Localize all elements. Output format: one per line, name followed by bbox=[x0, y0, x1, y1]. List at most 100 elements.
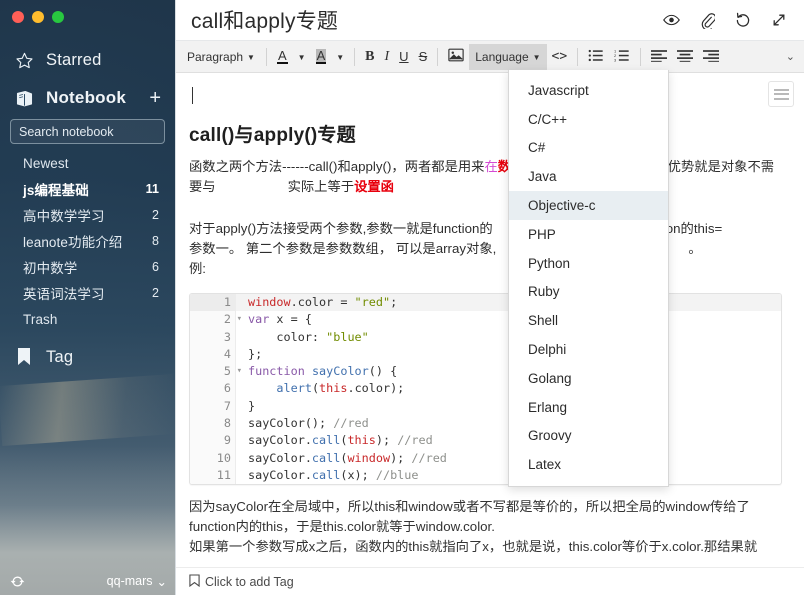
doc-para1-segment-a: 函数之两个方法------call()和apply()，两者都是用来 bbox=[189, 159, 484, 174]
doc-para2-right-line2: 。 bbox=[688, 241, 701, 256]
zoom-button[interactable] bbox=[52, 11, 64, 23]
notebook-item-label: 初中数学 bbox=[23, 257, 77, 277]
bold-label: B bbox=[365, 49, 374, 65]
notebook-icon bbox=[14, 90, 34, 107]
language-option-label: Javascript bbox=[528, 83, 589, 98]
window-controls bbox=[0, 0, 175, 23]
sidebar-item-starred[interactable]: Starred bbox=[0, 41, 175, 79]
align-right-button[interactable] bbox=[698, 44, 724, 70]
font-color-dropdown[interactable]: ▼ bbox=[293, 44, 311, 70]
sync-icon[interactable] bbox=[10, 573, 26, 589]
tag-bar[interactable]: Click to add Tag bbox=[175, 567, 804, 595]
language-option-groovy[interactable]: Groovy bbox=[509, 422, 668, 451]
notebook-item-js[interactable]: js编程基础 11 bbox=[0, 176, 175, 202]
editor-area[interactable]: call()与apply()专题 函数之两个方法------call()和app… bbox=[175, 73, 804, 567]
italic-button[interactable]: I bbox=[380, 44, 395, 70]
language-option-javascript[interactable]: Javascript bbox=[509, 76, 668, 105]
notebook-item-english[interactable]: 英语词法学习 2 bbox=[0, 280, 175, 306]
notebook-item-label: leanote功能介绍 bbox=[23, 231, 122, 251]
highlight-color-dropdown[interactable]: ▼ bbox=[331, 44, 349, 70]
notebook-list: Newest js编程基础 11 高中数学学习 2 leanote功能介绍 8 … bbox=[0, 150, 175, 332]
notebook-item-trash[interactable]: Trash bbox=[0, 306, 175, 332]
language-option-python[interactable]: Python bbox=[509, 249, 668, 278]
language-option-delphi[interactable]: Delphi bbox=[509, 335, 668, 364]
doc-spacer bbox=[189, 197, 782, 219]
toc-list-button[interactable] bbox=[768, 81, 794, 107]
fold-marker[interactable]: ▾ bbox=[237, 311, 242, 328]
code-line: 6 alert(this.color); bbox=[190, 380, 781, 397]
font-color-button[interactable]: A bbox=[272, 44, 293, 70]
code-gutter: 11 bbox=[190, 467, 236, 484]
language-option-golang[interactable]: Golang bbox=[509, 364, 668, 393]
doc-paragraph-2: 对于apply()方法接受两个参数,参数一就是function的把functio… bbox=[189, 219, 782, 279]
highlight-color-button[interactable]: A bbox=[311, 44, 332, 70]
language-option-label: Groovy bbox=[528, 428, 572, 443]
notebook-item-count: 11 bbox=[146, 182, 159, 196]
strikethrough-button[interactable]: S bbox=[414, 44, 433, 70]
list-line-icon bbox=[774, 98, 789, 100]
code-gutter: 8 bbox=[190, 415, 236, 432]
notebook-item-leanote-intro[interactable]: leanote功能介绍 8 bbox=[0, 228, 175, 254]
bullet-list-button[interactable] bbox=[583, 44, 609, 70]
code-line: 5▾ function sayColor() { bbox=[190, 363, 781, 380]
doc-heading: call()与apply()专题 bbox=[189, 120, 782, 147]
notebook-item-middleschool-math[interactable]: 初中数学 6 bbox=[0, 254, 175, 280]
sidebar-item-notebook[interactable]: Notebook + bbox=[0, 79, 175, 117]
font-color-label: A bbox=[277, 49, 288, 65]
numbered-list-button[interactable]: 1 2 3 bbox=[609, 44, 635, 70]
italic-label: I bbox=[385, 49, 390, 65]
paragraph-style-dropdown[interactable]: Paragraph ▼ bbox=[181, 44, 261, 70]
note-title[interactable]: call和apply专题 bbox=[191, 5, 338, 35]
language-dropdown-menu[interactable]: Javascript C/C++ C# Java Objective-c PHP… bbox=[508, 70, 669, 487]
bold-button[interactable]: B bbox=[360, 44, 379, 70]
notebook-item-highschool-math[interactable]: 高中数学学习 2 bbox=[0, 202, 175, 228]
editor-content[interactable]: call()与apply()专题 函数之两个方法------call()和app… bbox=[175, 73, 804, 567]
language-dropdown-button[interactable]: Language ▼ bbox=[469, 44, 546, 70]
notebook-item-count: 2 bbox=[152, 208, 159, 222]
user-menu[interactable]: qq-mars ⌄ bbox=[107, 574, 167, 589]
language-option-erlang[interactable]: Erlang bbox=[509, 393, 668, 422]
language-option-php[interactable]: PHP bbox=[509, 220, 668, 249]
expand-icon[interactable] bbox=[770, 11, 788, 29]
chevron-down-icon: ⌄ bbox=[157, 574, 167, 589]
note-header: call和apply专题 bbox=[175, 0, 804, 41]
notebook-item-newest[interactable]: Newest bbox=[0, 150, 175, 176]
language-option-java[interactable]: Java bbox=[509, 162, 668, 191]
svg-text:3: 3 bbox=[614, 57, 616, 61]
code-block[interactable]: 1 window.color = "red"; 2▾ var x = { 3 c… bbox=[189, 293, 782, 485]
underline-button[interactable]: U bbox=[394, 44, 413, 70]
fold-marker[interactable]: ▾ bbox=[237, 363, 242, 380]
language-option-ruby[interactable]: Ruby bbox=[509, 278, 668, 307]
app-window: Starred Notebook + Newest js编程基础 bbox=[0, 0, 804, 595]
close-button[interactable] bbox=[12, 11, 24, 23]
eye-icon[interactable] bbox=[662, 11, 680, 29]
chevron-down-icon: ▼ bbox=[298, 54, 306, 62]
sidebar-footer: qq-mars ⌄ bbox=[0, 567, 175, 595]
language-option-objective-c[interactable]: Objective-c bbox=[509, 191, 668, 220]
highlight-color-label: A bbox=[316, 49, 327, 65]
language-option-latex[interactable]: Latex bbox=[509, 450, 668, 479]
code-button[interactable]: <> bbox=[547, 44, 573, 70]
language-option-label: Python bbox=[528, 256, 570, 271]
minimize-button[interactable] bbox=[32, 11, 44, 23]
toolbar-divider bbox=[640, 48, 641, 66]
language-option-shell[interactable]: Shell bbox=[509, 306, 668, 335]
language-option-csharp[interactable]: C# bbox=[509, 134, 668, 163]
align-center-button[interactable] bbox=[672, 44, 698, 70]
insert-image-button[interactable] bbox=[443, 44, 469, 70]
language-option-label: PHP bbox=[528, 227, 556, 242]
code-gutter: 5▾ bbox=[190, 363, 236, 380]
language-option-c-cpp[interactable]: C/C++ bbox=[509, 105, 668, 134]
history-icon[interactable] bbox=[734, 11, 752, 29]
paperclip-icon[interactable] bbox=[698, 11, 716, 29]
underline-label: U bbox=[399, 49, 408, 64]
toolbar-more-button[interactable]: ⌄ bbox=[781, 44, 800, 70]
notebook-item-count: 6 bbox=[152, 260, 159, 274]
align-right-icon bbox=[703, 49, 719, 65]
code-line: 10 sayColor.call(window); //red bbox=[190, 450, 781, 467]
search-input[interactable] bbox=[10, 119, 165, 144]
add-notebook-button[interactable]: + bbox=[149, 88, 161, 108]
sidebar-item-tag[interactable]: Tag bbox=[0, 338, 175, 376]
strikethrough-label: S bbox=[419, 49, 428, 64]
align-left-button[interactable] bbox=[646, 44, 672, 70]
